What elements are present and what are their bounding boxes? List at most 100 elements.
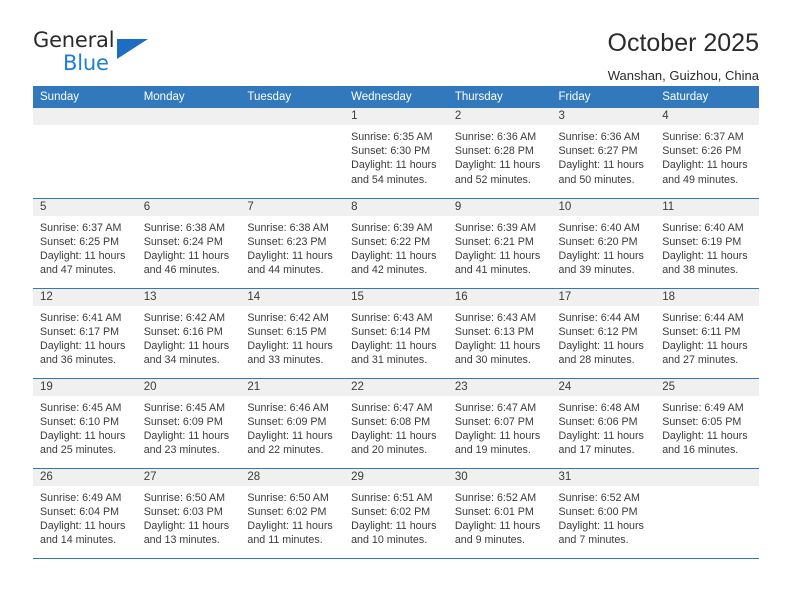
calendar-day-cell[interactable]: 22 Sunrise: 6:47 AM Sunset: 6:08 PM Dayligh… xyxy=(344,378,448,469)
sunset-time: Sunset: 6:23 PM xyxy=(247,235,327,248)
day-number: 11 xyxy=(655,198,759,216)
day-details: Sunrise: 6:51 AM Sunset: 6:02 PM Daylight:… xyxy=(344,486,448,548)
sunrise-time: Sunrise: 6:52 AM xyxy=(558,491,640,504)
sunrise-time: Sunrise: 6:47 AM xyxy=(351,401,433,414)
calendar-day-cell[interactable]: 3 Sunrise: 6:36 AM Sunset: 6:27 PM Daylight… xyxy=(551,108,656,199)
day-number: 30 xyxy=(447,468,552,486)
daylight-duration-line1: Daylight: 11 hours xyxy=(454,519,541,532)
daylight-duration-line2: and 54 minutes. xyxy=(351,173,428,186)
sunset-time: Sunset: 6:05 PM xyxy=(662,415,742,428)
daylight-duration-line2: and 50 minutes. xyxy=(558,173,635,186)
calendar-day-cell[interactable]: 5 Sunrise: 6:37 AM Sunset: 6:25 PM Daylight… xyxy=(33,198,137,289)
sunset-time: Sunset: 6:08 PM xyxy=(351,415,431,428)
general-blue-logo[interactable]: General Blue xyxy=(33,28,153,80)
calendar-day-cell[interactable]: 25 Sunrise: 6:49 AM Sunset: 6:05 PM Dayligh… xyxy=(655,378,759,469)
day-number: 1 xyxy=(344,108,448,125)
calendar-day-cell[interactable]: 26 Sunrise: 6:49 AM Sunset: 6:04 PM Dayligh… xyxy=(33,468,137,559)
day-number: 28 xyxy=(240,468,345,486)
calendar-day-cell[interactable]: 15 Sunrise: 6:43 AM Sunset: 6:14 PM Dayligh… xyxy=(344,288,448,379)
calendar-day-cell[interactable]: 18 Sunrise: 6:44 AM Sunset: 6:11 PM Dayligh… xyxy=(655,288,759,379)
calendar-day-cell[interactable]: 30 Sunrise: 6:52 AM Sunset: 6:01 PM Dayligh… xyxy=(447,468,552,559)
daylight-duration-line2: and 44 minutes. xyxy=(247,264,324,277)
sunrise-time: Sunrise: 6:43 AM xyxy=(454,311,537,324)
sunset-time: Sunset: 6:00 PM xyxy=(558,505,638,518)
sunset-time: Sunset: 6:21 PM xyxy=(454,235,534,248)
calendar-day-cell[interactable]: 14 Sunrise: 6:42 AM Sunset: 6:15 PM Dayligh… xyxy=(240,288,345,379)
day-details: Sunrise: 6:44 AM Sunset: 6:11 PM Daylight:… xyxy=(655,306,759,368)
day-number xyxy=(33,108,137,125)
calendar-day-cell[interactable]: 21 Sunrise: 6:46 AM Sunset: 6:09 PM Dayligh… xyxy=(240,378,345,469)
sunset-time: Sunset: 6:28 PM xyxy=(454,145,534,158)
sunset-time: Sunset: 6:14 PM xyxy=(351,325,431,338)
sunset-time: Sunset: 6:16 PM xyxy=(143,325,223,338)
sunrise-time: Sunrise: 6:47 AM xyxy=(454,401,537,414)
day-number: 10 xyxy=(551,198,656,216)
calendar-day-cell[interactable]: 17 Sunrise: 6:44 AM Sunset: 6:12 PM Dayligh… xyxy=(551,288,656,379)
weekday-header-tuesday: Tuesday xyxy=(240,86,345,108)
daylight-duration-line1: Daylight: 11 hours xyxy=(351,429,437,442)
calendar-day-cell[interactable]: 10 Sunrise: 6:40 AM Sunset: 6:20 PM Dayligh… xyxy=(551,198,656,289)
calendar-day-cell[interactable]: 23 Sunrise: 6:47 AM Sunset: 6:07 PM Dayligh… xyxy=(447,378,552,469)
calendar-day-cell[interactable]: 24 Sunrise: 6:48 AM Sunset: 6:06 PM Dayligh… xyxy=(551,378,656,469)
calendar-day-cell[interactable]: 13 Sunrise: 6:42 AM Sunset: 6:16 PM Dayligh… xyxy=(136,288,241,379)
sunset-time: Sunset: 6:26 PM xyxy=(662,145,742,158)
calendar-day-cell[interactable]: 7 Sunrise: 6:38 AM Sunset: 6:23 PM Daylight… xyxy=(240,198,345,289)
calendar-day-cell[interactable]: 2 Sunrise: 6:36 AM Sunset: 6:28 PM Daylight… xyxy=(447,108,552,199)
daylight-duration-line2: and 22 minutes. xyxy=(247,444,324,457)
calendar-day-cell[interactable]: 11 Sunrise: 6:40 AM Sunset: 6:19 PM Dayligh… xyxy=(655,198,759,289)
daylight-duration-line2: and 14 minutes. xyxy=(40,534,117,547)
daylight-duration-line1: Daylight: 11 hours xyxy=(143,429,230,442)
day-details: Sunrise: 6:42 AM Sunset: 6:15 PM Daylight:… xyxy=(240,306,344,368)
daylight-duration-line2: and 47 minutes. xyxy=(40,264,117,277)
day-details: Sunrise: 6:47 AM Sunset: 6:08 PM Daylight:… xyxy=(344,396,448,458)
calendar-page: General Blue October 2025 Wanshan, Guizh… xyxy=(0,0,792,612)
calendar-day-cell[interactable]: 20 Sunrise: 6:45 AM Sunset: 6:09 PM Dayligh… xyxy=(136,378,241,469)
sunset-time: Sunset: 6:15 PM xyxy=(247,325,327,338)
calendar-day-cell[interactable]: 29 Sunrise: 6:51 AM Sunset: 6:02 PM Dayligh… xyxy=(344,468,448,559)
sunrise-time: Sunrise: 6:40 AM xyxy=(558,221,640,234)
daylight-duration-line2: and 52 minutes. xyxy=(454,173,531,186)
day-number: 15 xyxy=(344,288,448,306)
daylight-duration-line2: and 17 minutes. xyxy=(558,444,635,457)
calendar-day-cell[interactable]: 12 Sunrise: 6:41 AM Sunset: 6:17 PM Dayligh… xyxy=(33,288,137,379)
day-details: Sunrise: 6:47 AM Sunset: 6:07 PM Daylight:… xyxy=(448,396,552,458)
sunset-time: Sunset: 6:09 PM xyxy=(247,415,327,428)
sunrise-time: Sunrise: 6:49 AM xyxy=(40,491,122,504)
calendar-day-cell[interactable]: 8 Sunrise: 6:39 AM Sunset: 6:22 PM Daylight… xyxy=(344,198,448,289)
day-details: Sunrise: 6:45 AM Sunset: 6:10 PM Daylight:… xyxy=(33,396,137,458)
calendar-day-cell[interactable]: 19 Sunrise: 6:45 AM Sunset: 6:10 PM Dayligh… xyxy=(33,378,137,469)
sunrise-time: Sunrise: 6:48 AM xyxy=(558,401,640,414)
calendar-day-cell[interactable]: 6 Sunrise: 6:38 AM Sunset: 6:24 PM Daylight… xyxy=(136,198,241,289)
calendar-day-cell-empty xyxy=(136,108,241,199)
daylight-duration-line1: Daylight: 11 hours xyxy=(351,519,437,532)
calendar-day-cell[interactable]: 31 Sunrise: 6:52 AM Sunset: 6:00 PM Dayligh… xyxy=(551,468,656,559)
day-details: Sunrise: 6:35 AM Sunset: 6:30 PM Daylight:… xyxy=(344,125,448,187)
sunset-time: Sunset: 6:30 PM xyxy=(351,145,431,158)
calendar-day-cell[interactable]: 27 Sunrise: 6:50 AM Sunset: 6:03 PM Dayligh… xyxy=(136,468,241,559)
daylight-duration-line2: and 7 minutes. xyxy=(558,534,629,547)
day-number: 4 xyxy=(655,108,759,125)
day-number xyxy=(240,108,345,125)
day-number: 12 xyxy=(33,288,137,306)
daylight-duration-line1: Daylight: 11 hours xyxy=(40,249,126,262)
weekday-header-monday: Monday xyxy=(136,86,241,108)
calendar-day-cell[interactable]: 16 Sunrise: 6:43 AM Sunset: 6:13 PM Dayligh… xyxy=(447,288,552,379)
daylight-duration-line2: and 9 minutes. xyxy=(454,534,525,547)
daylight-duration-line2: and 11 minutes. xyxy=(247,534,323,547)
calendar-day-cell[interactable]: 9 Sunrise: 6:39 AM Sunset: 6:21 PM Daylight… xyxy=(447,198,552,289)
day-number: 17 xyxy=(551,288,656,306)
daylight-duration-line2: and 30 minutes. xyxy=(454,354,531,367)
day-number: 21 xyxy=(240,378,345,396)
sunset-time: Sunset: 6:22 PM xyxy=(351,235,431,248)
calendar-day-cell-empty xyxy=(240,108,345,199)
sunset-time: Sunset: 6:06 PM xyxy=(558,415,638,428)
day-details: Sunrise: 6:36 AM Sunset: 6:27 PM Daylight:… xyxy=(552,125,656,187)
sunset-time: Sunset: 6:07 PM xyxy=(454,415,534,428)
daylight-duration-line2: and 42 minutes. xyxy=(351,264,428,277)
day-details: Sunrise: 6:46 AM Sunset: 6:09 PM Daylight:… xyxy=(240,396,344,458)
calendar-day-cell[interactable]: 1 Sunrise: 6:35 AM Sunset: 6:30 PM Daylight… xyxy=(344,108,448,199)
daylight-duration-line2: and 39 minutes. xyxy=(558,264,635,277)
calendar-day-cell[interactable]: 28 Sunrise: 6:50 AM Sunset: 6:02 PM Dayligh… xyxy=(240,468,345,559)
day-number: 9 xyxy=(447,198,552,216)
calendar-day-cell[interactable]: 4 Sunrise: 6:37 AM Sunset: 6:26 PM Daylight… xyxy=(655,108,759,199)
